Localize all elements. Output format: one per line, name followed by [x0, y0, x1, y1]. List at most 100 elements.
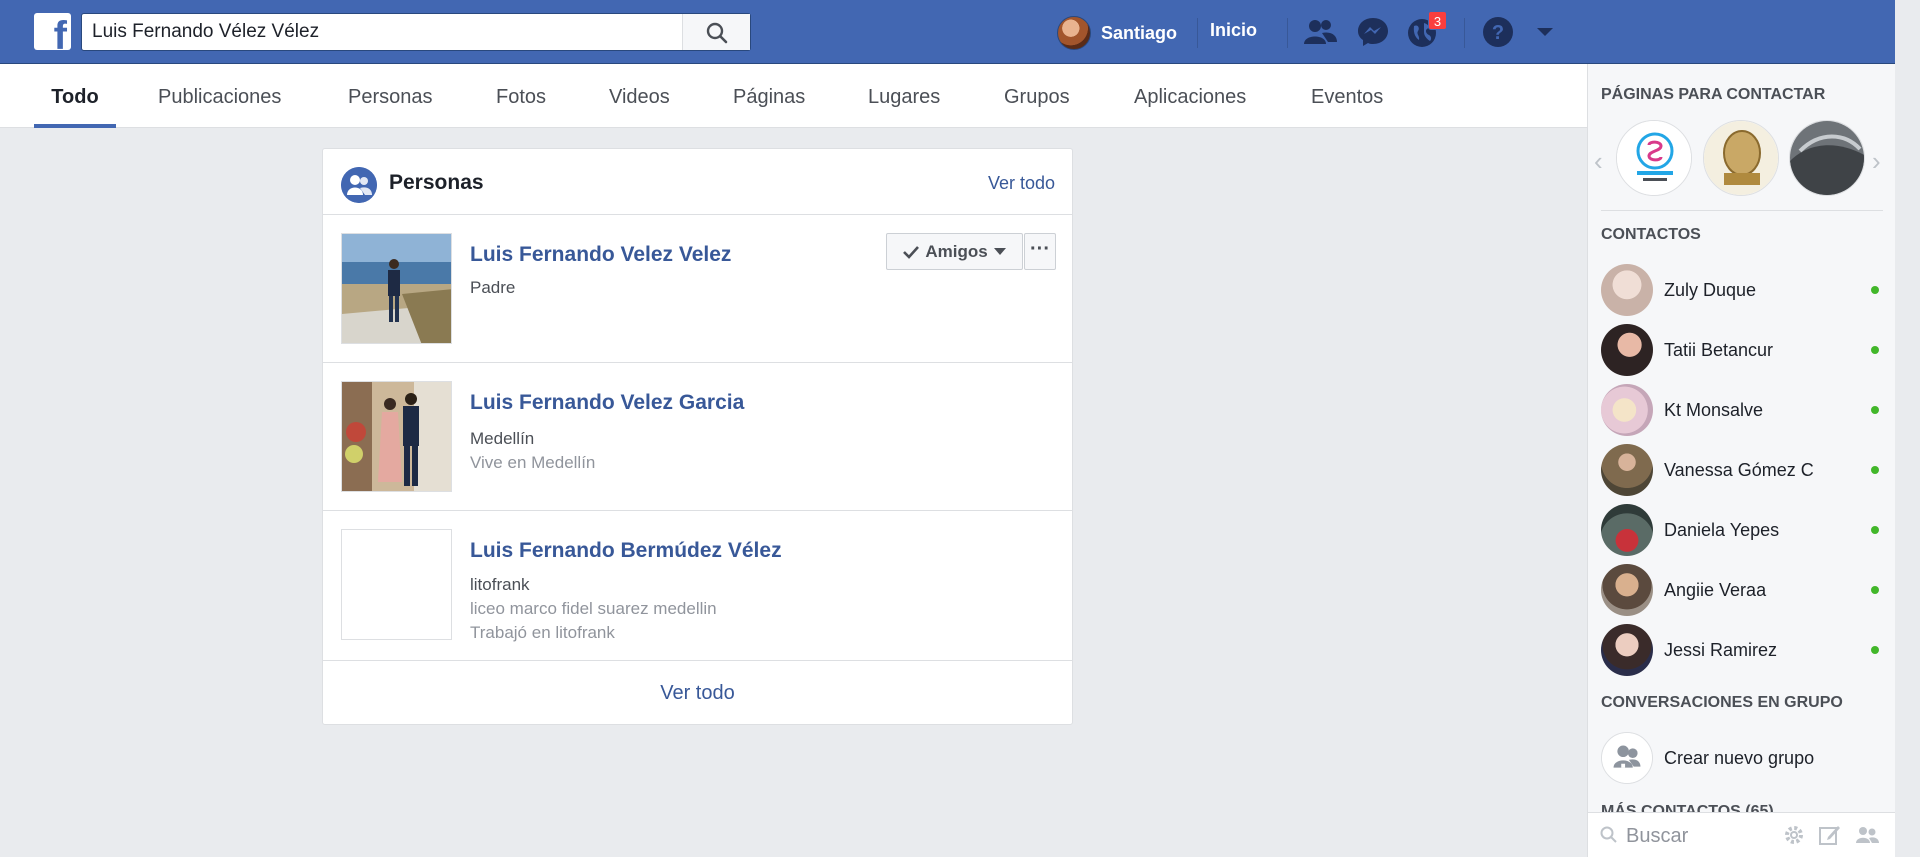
search-bar: [81, 13, 751, 51]
nav-divider: [1287, 18, 1288, 48]
see-all-footer-link[interactable]: Ver todo: [323, 661, 1072, 725]
contact-name: Zuly Duque: [1664, 279, 1757, 300]
avatar: [1601, 444, 1653, 496]
result-name[interactable]: Luis Fernando Velez Velez: [470, 243, 731, 267]
notification-badge: 3: [1428, 11, 1447, 30]
chevron-left-icon[interactable]: ‹: [1594, 146, 1603, 177]
contact-item[interactable]: Tatii Betancur: [1601, 322, 1883, 378]
avatar: [1601, 504, 1653, 556]
group-conversations-heading: CONVERSACIONES EN GRUPO: [1601, 694, 1843, 711]
friends-status-label: Amigos: [925, 241, 988, 261]
pages-carousel: ‹ ›: [1588, 118, 1895, 198]
result-detail: Vive en Medellín: [470, 453, 596, 472]
create-new-group-button[interactable]: Crear nuevo grupo: [1601, 730, 1883, 786]
profile-photo[interactable]: [341, 381, 452, 492]
result-name[interactable]: Luis Fernando Velez Garcia: [470, 391, 744, 415]
contact-item[interactable]: Zuly Duque: [1601, 262, 1883, 318]
search-icon: [706, 22, 728, 44]
avatar: [1601, 624, 1653, 676]
new-group-chat-icon[interactable]: [1854, 823, 1880, 847]
see-all-link[interactable]: Ver todo: [988, 173, 1055, 194]
result-detail: Medellín: [470, 429, 535, 448]
messenger-icon[interactable]: [1355, 14, 1391, 50]
avatar: [1057, 16, 1091, 50]
pages-to-contact-heading: PÁGINAS PARA CONTACTAR: [1601, 86, 1826, 103]
tab-aplicaciones[interactable]: Aplicaciones: [1134, 64, 1246, 128]
card-header: Personas Ver todo: [323, 149, 1072, 215]
chat-search-bar: [1588, 812, 1895, 857]
result-detail: liceo marco fidel suarez medellin: [470, 599, 717, 618]
contact-item[interactable]: Angiie Veraa: [1601, 562, 1883, 618]
online-status-dot: [1871, 406, 1879, 414]
contact-item[interactable]: Kt Monsalve: [1601, 382, 1883, 438]
online-status-dot: [1871, 466, 1879, 474]
page-thumbnail[interactable]: [1703, 120, 1779, 196]
friend-requests-icon[interactable]: [1302, 14, 1338, 50]
create-new-group-label: Crear nuevo grupo: [1664, 747, 1815, 768]
contact-name: Daniela Yepes: [1664, 519, 1780, 540]
divider: [1601, 210, 1883, 211]
contact-name: Kt Monsalve: [1664, 399, 1764, 420]
window-edge: [1895, 0, 1920, 857]
tab-todo[interactable]: Todo: [34, 64, 116, 128]
more-options-button[interactable]: ···: [1024, 233, 1056, 270]
tab-personas[interactable]: Personas: [348, 64, 433, 128]
chevron-right-icon[interactable]: ›: [1872, 146, 1881, 177]
result-detail: Padre: [470, 278, 516, 297]
contact-name: Angiie Veraa: [1664, 579, 1767, 600]
people-icon: [341, 167, 377, 203]
card-title: Personas: [389, 171, 484, 194]
online-status-dot: [1871, 586, 1879, 594]
home-link[interactable]: Inicio: [1210, 20, 1257, 41]
ellipsis-icon: ···: [1030, 238, 1050, 260]
result-detail: Trabajó en litofrank: [470, 623, 615, 642]
tab-publicaciones[interactable]: Publicaciones: [158, 64, 281, 128]
beach-photo: [342, 234, 451, 343]
avatar: [1601, 384, 1653, 436]
contact-item[interactable]: Jessi Ramirez: [1601, 622, 1883, 678]
tab-lugares[interactable]: Lugares: [868, 64, 940, 128]
tab-videos[interactable]: Videos: [609, 64, 670, 128]
page-logo: [1790, 121, 1864, 195]
profile-photo[interactable]: [341, 529, 452, 640]
more-contacts-heading: MÁS CONTACTOS (65): [1601, 803, 1774, 812]
top-navigation-bar: f Santiago Inicio 3 ?: [0, 0, 1895, 64]
contact-name: Tatii Betancur: [1664, 339, 1774, 360]
avatar: [1601, 264, 1653, 316]
search-result-row: Luis Fernando Velez Velez Padre Amigos ·…: [323, 215, 1072, 363]
tab-paginas[interactable]: Páginas: [733, 64, 805, 128]
contact-name: Jessi Ramirez: [1664, 639, 1778, 660]
profile-photo[interactable]: [341, 233, 452, 344]
gear-icon[interactable]: [1782, 823, 1806, 847]
result-name[interactable]: Luis Fernando Bermúdez Vélez: [470, 539, 782, 563]
compose-icon[interactable]: [1818, 823, 1842, 847]
contact-item[interactable]: Daniela Yepes: [1601, 502, 1883, 558]
nav-divider: [1197, 18, 1198, 48]
online-status-dot: [1871, 526, 1879, 534]
account-menu-chevron-icon[interactable]: [1527, 14, 1563, 50]
chat-search-input[interactable]: [1626, 821, 1786, 851]
result-detail: litofrank: [470, 575, 530, 594]
tab-fotos[interactable]: Fotos: [496, 64, 546, 128]
page-logo: [1617, 121, 1691, 195]
page-thumbnail[interactable]: [1616, 120, 1692, 196]
profile-name: Santiago: [1101, 22, 1178, 43]
tab-eventos[interactable]: Eventos: [1311, 64, 1383, 128]
search-button[interactable]: [682, 14, 750, 50]
help-icon[interactable]: ?: [1480, 14, 1516, 50]
avatar: [1601, 564, 1653, 616]
online-status-dot: [1871, 346, 1879, 354]
right-sidebar: PÁGINAS PARA CONTACTAR ‹ › CONTACTOS Zul…: [1587, 64, 1895, 857]
page-thumbnail[interactable]: [1789, 120, 1865, 196]
profile-link[interactable]: Santiago: [1057, 15, 1177, 51]
search-result-row: Luis Fernando Velez Garcia Medellín Vive…: [323, 363, 1072, 511]
tab-grupos[interactable]: Grupos: [1004, 64, 1070, 128]
online-status-dot: [1871, 646, 1879, 654]
avatar: [1601, 324, 1653, 376]
facebook-logo-icon[interactable]: f: [34, 13, 71, 50]
search-input[interactable]: [82, 14, 682, 50]
check-icon: [903, 245, 920, 259]
friends-status-button[interactable]: Amigos: [886, 233, 1023, 270]
contact-item[interactable]: Vanessa Gómez C: [1601, 442, 1883, 498]
search-icon: [1600, 826, 1617, 843]
